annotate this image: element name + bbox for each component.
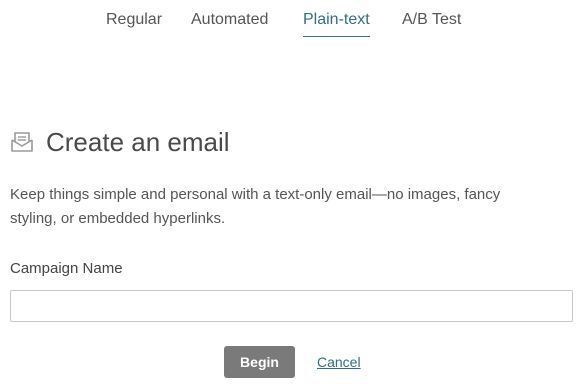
campaign-type-tabs: Regular Automated Plain-text A/B Test (0, 10, 582, 40)
begin-button[interactable]: Begin (224, 346, 295, 378)
tab-regular[interactable]: Regular (106, 10, 162, 36)
cancel-link[interactable]: Cancel (317, 353, 361, 371)
description-text: Keep things simple and personal with a t… (10, 186, 501, 227)
tab-automated[interactable]: Automated (191, 10, 268, 36)
heading-row: Create an email (10, 124, 230, 160)
campaign-name-label: Campaign Name (10, 260, 123, 277)
tab-ab-test[interactable]: A/B Test (402, 10, 461, 36)
campaign-name-input[interactable] (10, 290, 573, 322)
envelope-icon (10, 130, 34, 154)
create-email-page: Regular Automated Plain-text A/B Test Cr… (0, 0, 582, 387)
tab-plain-text[interactable]: Plain-text (303, 10, 370, 37)
page-title: Create an email (46, 127, 230, 157)
